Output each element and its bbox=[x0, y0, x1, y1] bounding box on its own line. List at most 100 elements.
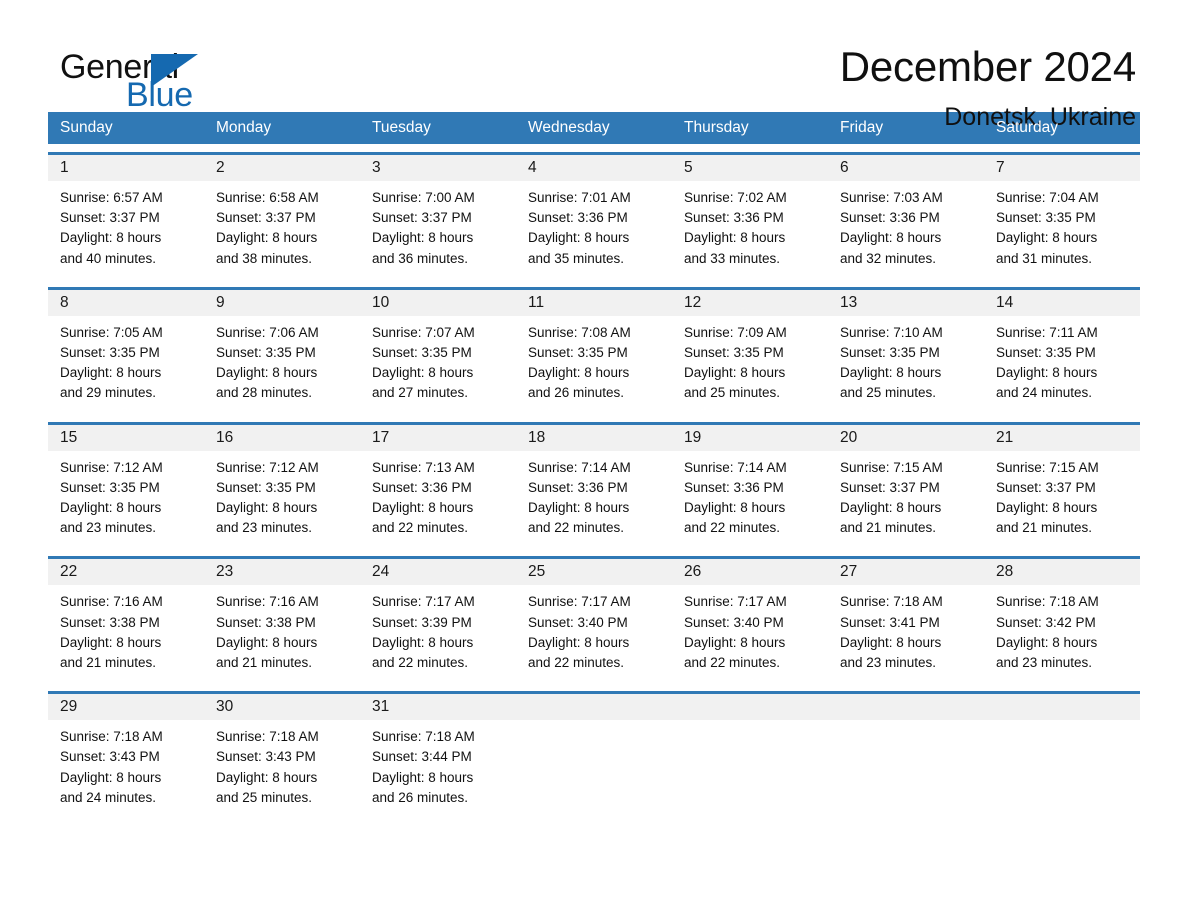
day-cell[interactable]: 15 Sunrise: 7:12 AM Sunset: 3:35 PM Dayl… bbox=[48, 424, 204, 549]
daylight-text-line1: Daylight: 8 hours bbox=[216, 634, 318, 650]
day-details bbox=[984, 720, 1140, 815]
daylight-text-line1: Daylight: 8 hours bbox=[60, 230, 162, 246]
sunset-text: Sunset: 3:35 PM bbox=[60, 479, 160, 495]
daylight-text-line1: Daylight: 8 hours bbox=[372, 500, 474, 516]
day-cell[interactable]: 3 Sunrise: 7:00 AM Sunset: 3:37 PM Dayli… bbox=[360, 155, 516, 279]
day-cell[interactable]: 24 Sunrise: 7:17 AM Sunset: 3:39 PM Dayl… bbox=[360, 559, 516, 684]
sunset-text: Sunset: 3:36 PM bbox=[528, 210, 628, 226]
sunset-text: Sunset: 3:40 PM bbox=[528, 614, 628, 630]
day-cell[interactable]: 30 Sunrise: 7:18 AM Sunset: 3:43 PM Dayl… bbox=[204, 694, 360, 819]
daylight-text-line1: Daylight: 8 hours bbox=[996, 634, 1098, 650]
page-header: General Blue December 2024 Donetsk, Ukra… bbox=[48, 0, 1140, 131]
sunset-text: Sunset: 3:35 PM bbox=[840, 345, 940, 361]
day-cell[interactable]: 11 Sunrise: 7:08 AM Sunset: 3:35 PM Dayl… bbox=[516, 289, 672, 414]
day-number: 5 bbox=[672, 155, 828, 181]
sunrise-text: Sunrise: 7:17 AM bbox=[372, 594, 475, 610]
day-details bbox=[516, 720, 672, 815]
day-cell[interactable]: 28 Sunrise: 7:18 AM Sunset: 3:42 PM Dayl… bbox=[984, 559, 1140, 684]
sunrise-text: Sunrise: 7:18 AM bbox=[216, 729, 319, 745]
day-number bbox=[672, 694, 828, 721]
day-cell[interactable]: 23 Sunrise: 7:16 AM Sunset: 3:38 PM Dayl… bbox=[204, 559, 360, 684]
day-details: Sunrise: 7:18 AM Sunset: 3:43 PM Dayligh… bbox=[48, 720, 204, 819]
day-cell[interactable]: 16 Sunrise: 7:12 AM Sunset: 3:35 PM Dayl… bbox=[204, 424, 360, 549]
daylight-text-line2: and 23 minutes. bbox=[996, 655, 1093, 671]
day-number: 29 bbox=[48, 694, 204, 721]
day-cell[interactable]: 29 Sunrise: 7:18 AM Sunset: 3:43 PM Dayl… bbox=[48, 694, 204, 819]
day-cell[interactable]: 12 Sunrise: 7:09 AM Sunset: 3:35 PM Dayl… bbox=[672, 289, 828, 414]
day-details: Sunrise: 7:15 AM Sunset: 3:37 PM Dayligh… bbox=[828, 450, 984, 549]
sunrise-text: Sunrise: 7:02 AM bbox=[684, 190, 787, 205]
sunrise-text: Sunrise: 7:12 AM bbox=[60, 459, 163, 475]
daylight-text-line2: and 31 minutes. bbox=[996, 250, 1093, 266]
day-number: 25 bbox=[516, 559, 672, 586]
day-cell[interactable]: 26 Sunrise: 7:17 AM Sunset: 3:40 PM Dayl… bbox=[672, 559, 828, 684]
day-cell[interactable]: 9 Sunrise: 7:06 AM Sunset: 3:35 PM Dayli… bbox=[204, 289, 360, 414]
sunset-text: Sunset: 3:35 PM bbox=[60, 345, 160, 361]
day-details: Sunrise: 6:58 AM Sunset: 3:37 PM Dayligh… bbox=[204, 181, 360, 279]
day-cell[interactable]: 4 Sunrise: 7:01 AM Sunset: 3:36 PM Dayli… bbox=[516, 155, 672, 279]
day-cell[interactable]: 20 Sunrise: 7:15 AM Sunset: 3:37 PM Dayl… bbox=[828, 424, 984, 549]
day-number: 11 bbox=[516, 289, 672, 316]
sunset-text: Sunset: 3:42 PM bbox=[996, 614, 1096, 630]
sunset-text: Sunset: 3:36 PM bbox=[372, 479, 472, 495]
daylight-text-line2: and 25 minutes. bbox=[840, 385, 937, 401]
day-cell[interactable]: 2 Sunrise: 6:58 AM Sunset: 3:37 PM Dayli… bbox=[204, 155, 360, 279]
calendar-week-row: 1 Sunrise: 6:57 AM Sunset: 3:37 PM Dayli… bbox=[48, 152, 1140, 279]
day-number: 14 bbox=[984, 289, 1140, 316]
day-cell[interactable]: 6 Sunrise: 7:03 AM Sunset: 3:36 PM Dayli… bbox=[828, 155, 984, 279]
day-cell[interactable]: 5 Sunrise: 7:02 AM Sunset: 3:36 PM Dayli… bbox=[672, 155, 828, 279]
day-details: Sunrise: 7:09 AM Sunset: 3:35 PM Dayligh… bbox=[672, 315, 828, 414]
day-number: 3 bbox=[360, 155, 516, 181]
day-number: 22 bbox=[48, 559, 204, 586]
sunrise-text: Sunrise: 7:12 AM bbox=[216, 459, 319, 475]
day-cell[interactable]: 8 Sunrise: 7:05 AM Sunset: 3:35 PM Dayli… bbox=[48, 289, 204, 414]
calendar-grid: Sunday Monday Tuesday Wednesday Thursday… bbox=[48, 112, 1140, 819]
sunset-text: Sunset: 3:35 PM bbox=[372, 345, 472, 361]
day-cell[interactable]: 22 Sunrise: 7:16 AM Sunset: 3:38 PM Dayl… bbox=[48, 559, 204, 684]
daylight-text-line2: and 21 minutes. bbox=[60, 655, 157, 671]
daylight-text-line1: Daylight: 8 hours bbox=[684, 634, 786, 650]
day-cell[interactable]: 19 Sunrise: 7:14 AM Sunset: 3:36 PM Dayl… bbox=[672, 424, 828, 549]
sunrise-text: Sunrise: 7:18 AM bbox=[996, 594, 1099, 610]
sunset-text: Sunset: 3:36 PM bbox=[684, 479, 784, 495]
day-cell[interactable]: 1 Sunrise: 6:57 AM Sunset: 3:37 PM Dayli… bbox=[48, 155, 204, 279]
day-details: Sunrise: 7:17 AM Sunset: 3:40 PM Dayligh… bbox=[516, 585, 672, 684]
daylight-text-line2: and 22 minutes. bbox=[528, 520, 625, 536]
day-details: Sunrise: 7:17 AM Sunset: 3:39 PM Dayligh… bbox=[360, 585, 516, 684]
day-cell[interactable]: 31 Sunrise: 7:18 AM Sunset: 3:44 PM Dayl… bbox=[360, 694, 516, 819]
weekday-header-friday: Friday bbox=[840, 119, 884, 136]
day-cell[interactable]: 25 Sunrise: 7:17 AM Sunset: 3:40 PM Dayl… bbox=[516, 559, 672, 684]
daylight-text-line2: and 32 minutes. bbox=[840, 250, 937, 266]
day-number bbox=[984, 694, 1140, 721]
day-cell[interactable]: 21 Sunrise: 7:15 AM Sunset: 3:37 PM Dayl… bbox=[984, 424, 1140, 549]
day-number: 12 bbox=[672, 289, 828, 316]
day-cell[interactable]: 17 Sunrise: 7:13 AM Sunset: 3:36 PM Dayl… bbox=[360, 424, 516, 549]
day-cell-empty bbox=[516, 694, 672, 818]
day-details: Sunrise: 7:06 AM Sunset: 3:35 PM Dayligh… bbox=[204, 315, 360, 414]
day-number bbox=[516, 694, 672, 721]
daylight-text-line1: Daylight: 8 hours bbox=[528, 365, 630, 381]
sunrise-text: Sunrise: 7:07 AM bbox=[372, 324, 475, 340]
generalblue-logo[interactable]: General Blue bbox=[48, 42, 248, 118]
day-details bbox=[828, 720, 984, 815]
day-number: 23 bbox=[204, 559, 360, 586]
daylight-text-line1: Daylight: 8 hours bbox=[840, 634, 942, 650]
day-number: 19 bbox=[672, 424, 828, 451]
sunrise-text: Sunrise: 7:00 AM bbox=[372, 190, 475, 205]
day-number: 17 bbox=[360, 424, 516, 451]
day-cell[interactable]: 7 Sunrise: 7:04 AM Sunset: 3:35 PM Dayli… bbox=[984, 155, 1140, 279]
logo-triangle-icon bbox=[151, 54, 198, 87]
day-number: 24 bbox=[360, 559, 516, 586]
day-number: 16 bbox=[204, 424, 360, 451]
daylight-text-line1: Daylight: 8 hours bbox=[996, 365, 1098, 381]
day-cell[interactable]: 10 Sunrise: 7:07 AM Sunset: 3:35 PM Dayl… bbox=[360, 289, 516, 414]
day-cell[interactable]: 18 Sunrise: 7:14 AM Sunset: 3:36 PM Dayl… bbox=[516, 424, 672, 549]
day-details: Sunrise: 7:05 AM Sunset: 3:35 PM Dayligh… bbox=[48, 315, 204, 414]
day-cell[interactable]: 14 Sunrise: 7:11 AM Sunset: 3:35 PM Dayl… bbox=[984, 289, 1140, 414]
day-number: 30 bbox=[204, 694, 360, 721]
day-cell[interactable]: 27 Sunrise: 7:18 AM Sunset: 3:41 PM Dayl… bbox=[828, 559, 984, 684]
sunset-text: Sunset: 3:35 PM bbox=[996, 345, 1096, 361]
day-details: Sunrise: 7:03 AM Sunset: 3:36 PM Dayligh… bbox=[828, 181, 984, 279]
day-cell[interactable]: 13 Sunrise: 7:10 AM Sunset: 3:35 PM Dayl… bbox=[828, 289, 984, 414]
sunrise-text: Sunrise: 7:14 AM bbox=[684, 459, 787, 475]
